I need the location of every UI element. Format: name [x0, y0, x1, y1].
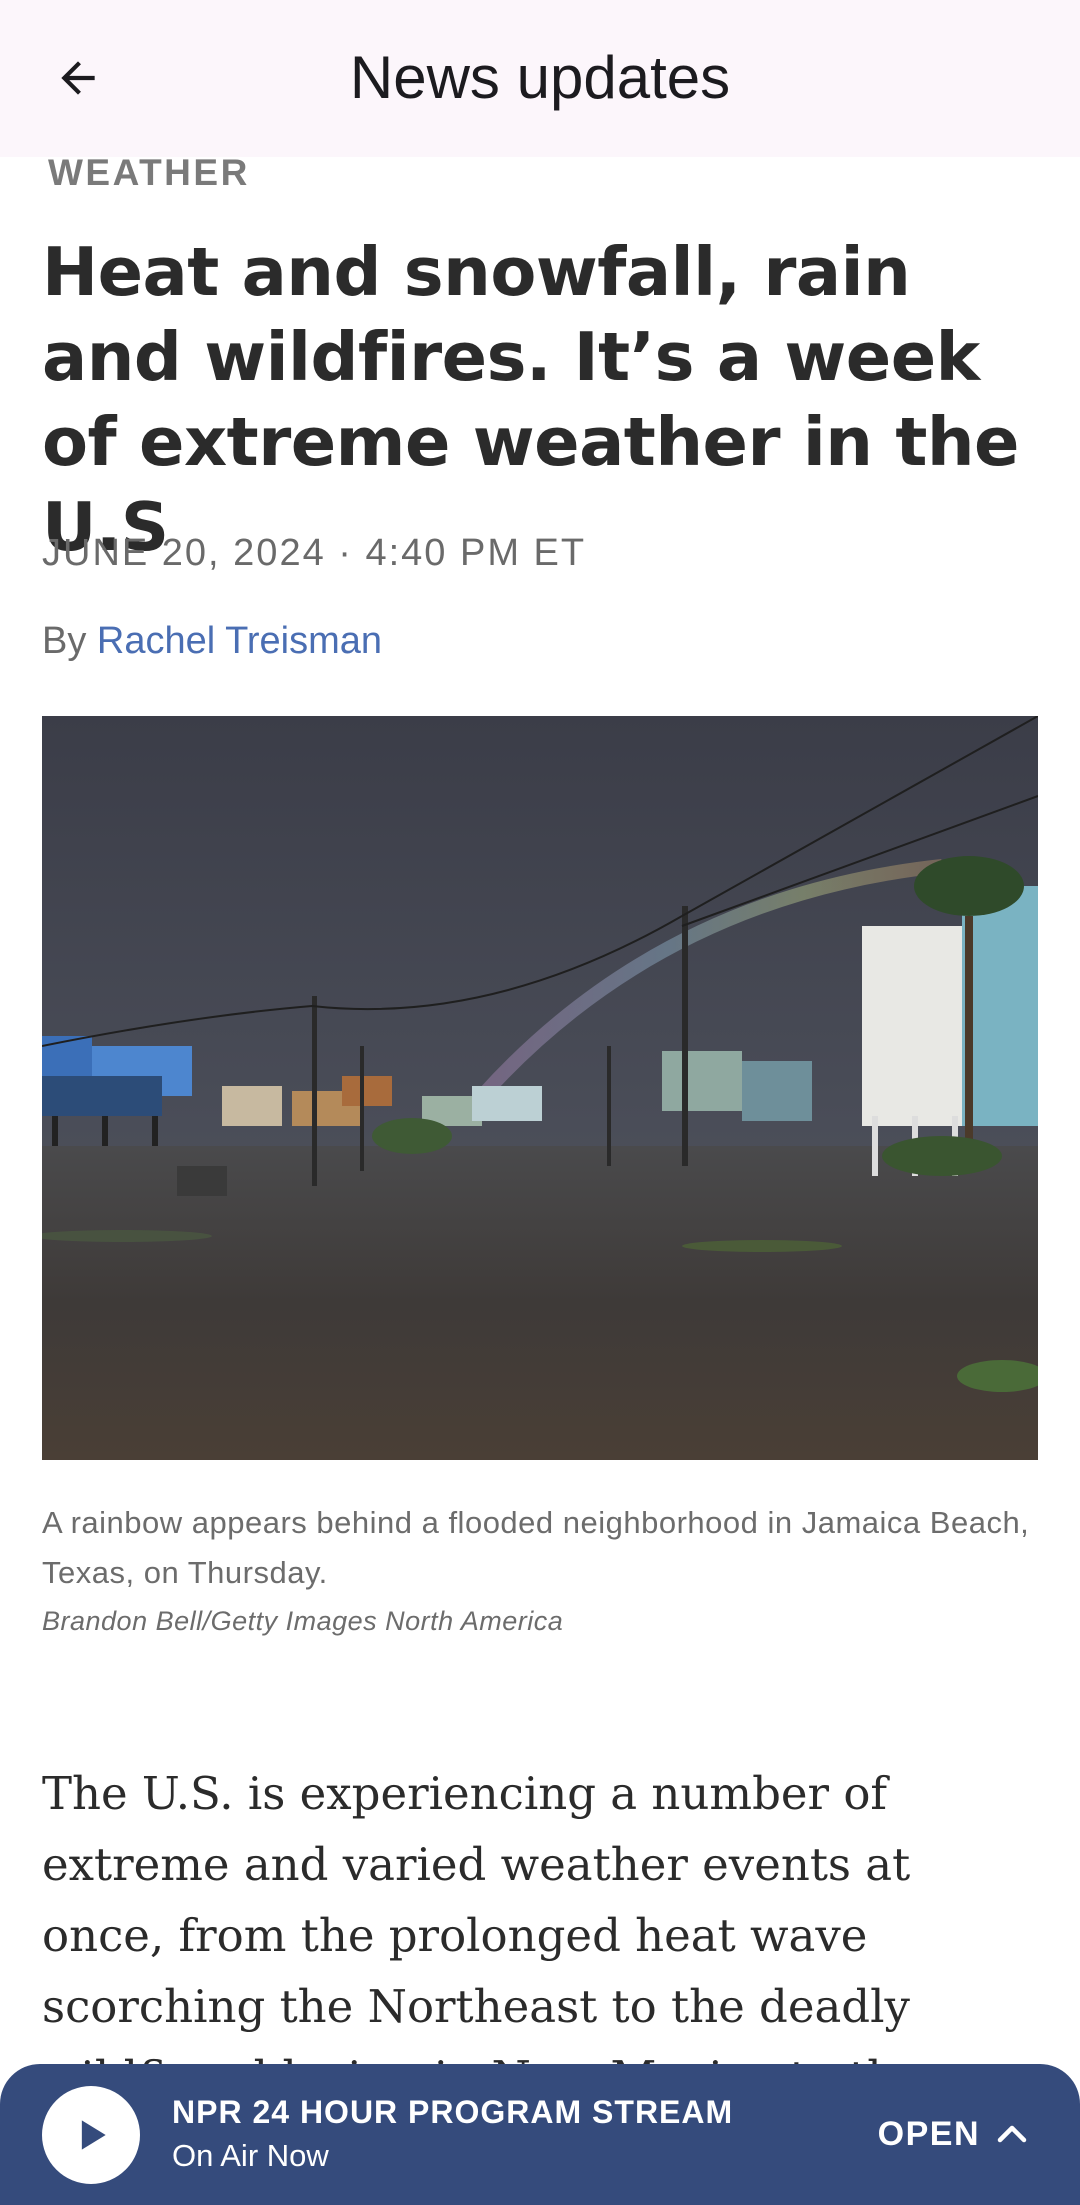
article-byline: By Rachel Treisman: [42, 620, 382, 663]
open-label: OPEN: [877, 2114, 980, 2153]
author-link[interactable]: Rachel Treisman: [97, 620, 382, 662]
stream-subtitle: On Air Now: [172, 2138, 329, 2173]
play-icon: [81, 2120, 106, 2150]
photo-credit: Brandon Bell/Getty Images North America: [42, 1606, 564, 1636]
section-label[interactable]: WEATHER: [48, 152, 250, 194]
photo-caption: A rainbow appears behind a flooded neigh…: [42, 1505, 1030, 1590]
app-bar: News updates: [0, 0, 1080, 157]
article-dateline: JUNE 20, 2024 · 4:40 PM ET: [42, 532, 587, 574]
flooded-neighborhood-image: [42, 716, 1038, 1460]
page-title: News updates: [349, 44, 731, 111]
chevron-up-icon: [997, 2125, 1027, 2143]
play-button[interactable]: [42, 2086, 140, 2184]
open-player-button[interactable]: OPEN: [878, 2108, 1030, 2160]
mini-player[interactable]: NPR 24 HOUR PROGRAM STREAM On Air Now OP…: [0, 2064, 1080, 2205]
article-headline: Heat and snowfall, rain and wildfires. I…: [42, 233, 1020, 566]
byline-prefix: By: [42, 620, 87, 662]
article-photo[interactable]: [42, 716, 1038, 1460]
stream-title: NPR 24 HOUR PROGRAM STREAM: [172, 2094, 734, 2130]
